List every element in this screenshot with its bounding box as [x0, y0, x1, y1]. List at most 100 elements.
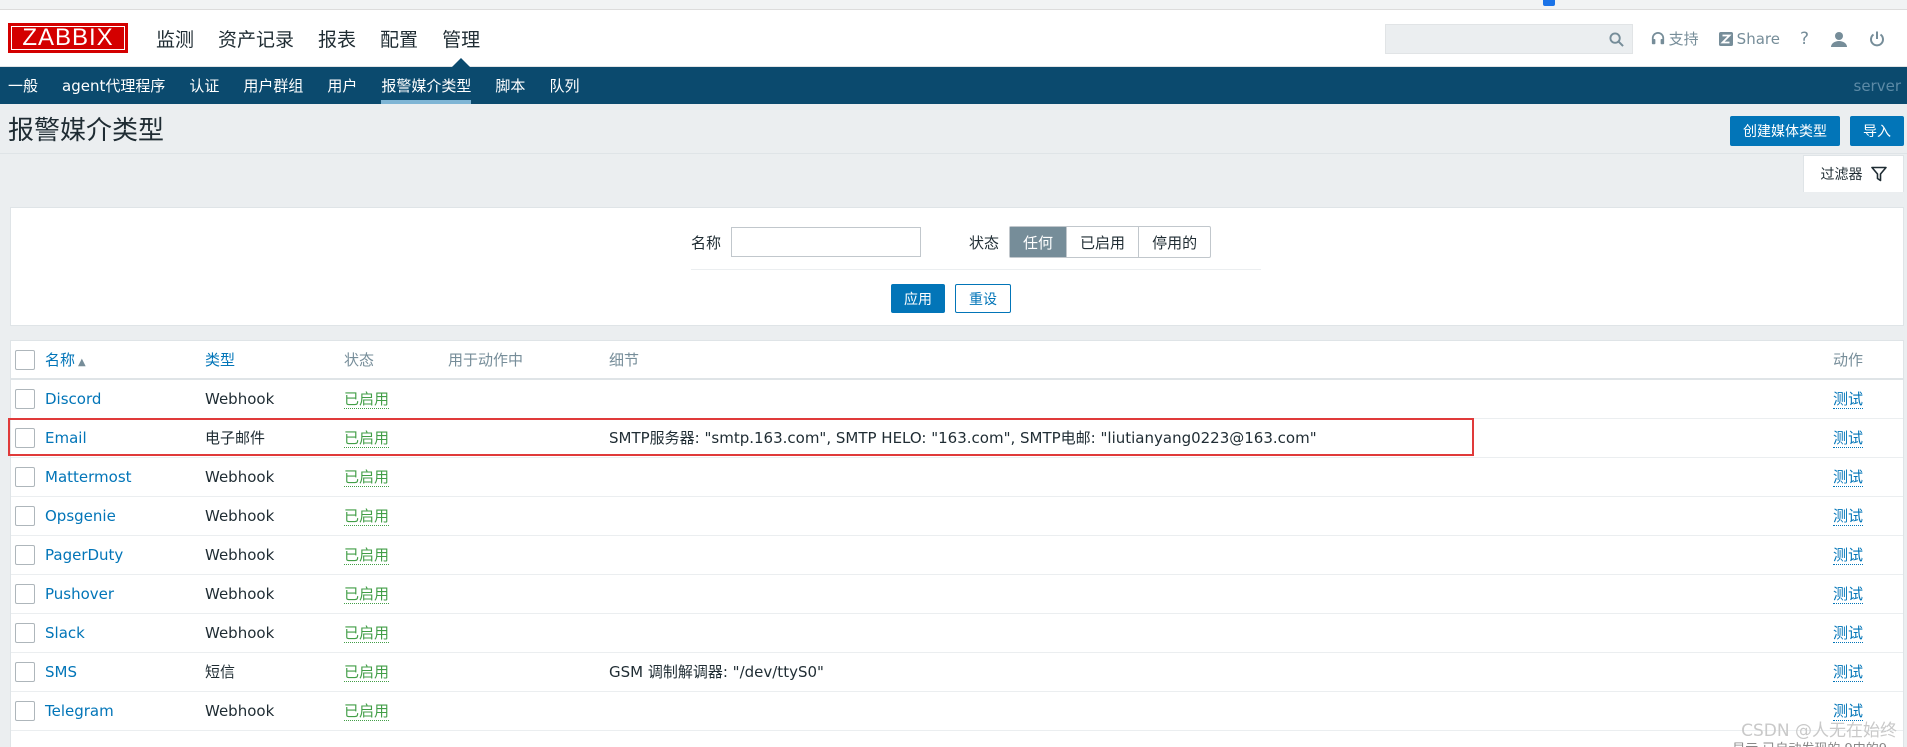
menu-reports[interactable]: 报表: [306, 10, 368, 67]
row-checkbox[interactable]: [15, 544, 35, 565]
media-type-name-link[interactable]: Telegram: [45, 702, 114, 720]
help-icon[interactable]: ?: [1800, 29, 1809, 49]
row-checkbox[interactable]: [15, 583, 35, 604]
status-enabled-option[interactable]: 已启用: [1066, 227, 1138, 257]
test-link[interactable]: 测试: [1833, 429, 1864, 448]
status-toggle[interactable]: 已启用: [344, 468, 390, 487]
status-cell: 已启用: [344, 613, 448, 653]
type-cell: Webhook: [205, 535, 344, 575]
user-profile-icon[interactable]: [1831, 31, 1847, 47]
sort-by-name-link[interactable]: 名称: [45, 351, 75, 369]
status-toggle[interactable]: 已启用: [344, 663, 390, 682]
search-icon[interactable]: [1609, 31, 1624, 51]
used-in-actions-cell: [448, 418, 609, 458]
media-type-name-link[interactable]: Email: [45, 429, 87, 447]
used-in-actions-cell: [448, 652, 609, 692]
header-used-in-actions: 用于动作中: [448, 341, 609, 380]
name-cell: Email: [45, 418, 205, 458]
subnav-authentication[interactable]: 认证: [177, 67, 231, 104]
row-checkbox[interactable]: [15, 661, 35, 682]
menu-administration[interactable]: 管理: [430, 10, 492, 67]
apply-button[interactable]: 应用: [891, 284, 945, 313]
media-type-name-link[interactable]: Pushover: [45, 585, 114, 603]
media-type-name-link[interactable]: Discord: [45, 390, 101, 408]
status-toggle[interactable]: 已启用: [344, 507, 390, 526]
test-link[interactable]: 测试: [1833, 507, 1864, 526]
filter-name-input[interactable]: [731, 227, 922, 257]
name-cell: Pushover: [45, 574, 205, 614]
header-status: 状态: [344, 341, 448, 380]
subnav-users[interactable]: 用户: [315, 67, 369, 104]
search-input[interactable]: [1385, 24, 1632, 53]
select-all-cell: [11, 341, 45, 380]
test-link[interactable]: 测试: [1833, 624, 1864, 643]
table-row: Telegram Webhook 已启用 测试: [11, 691, 1903, 731]
used-in-actions-cell: [448, 613, 609, 653]
filter-divider: [691, 269, 1261, 270]
sort-ascending-icon: ▲: [78, 357, 86, 368]
test-link[interactable]: 测试: [1833, 663, 1864, 682]
type-cell: 电子邮件: [205, 418, 344, 458]
filter-tab[interactable]: 过滤器: [1803, 155, 1904, 192]
support-link[interactable]: 支持: [1651, 28, 1699, 49]
test-link[interactable]: 测试: [1833, 468, 1864, 487]
status-toggle[interactable]: 已启用: [344, 702, 390, 721]
subnav-general[interactable]: 一般: [0, 67, 50, 104]
media-types-table-container: 名称 ▲ 类型 状态 用于动作中 细节 动作 Discord Webhook 已启…: [10, 340, 1904, 747]
filter-tab-row: 过滤器: [0, 154, 1907, 192]
row-checkbox[interactable]: [15, 700, 35, 721]
status-toggle[interactable]: 已启用: [344, 390, 390, 410]
media-type-name-link[interactable]: PagerDuty: [45, 546, 123, 564]
type-cell: Webhook: [205, 613, 344, 653]
used-in-actions-cell: [448, 535, 609, 575]
sort-by-type-link[interactable]: 类型: [205, 351, 235, 369]
used-in-actions-cell: [448, 379, 609, 419]
media-type-name-link[interactable]: SMS: [45, 663, 77, 681]
test-link[interactable]: 测试: [1833, 390, 1864, 410]
row-checkbox[interactable]: [15, 427, 35, 448]
media-type-name-link[interactable]: Mattermost: [45, 468, 132, 486]
row-checkbox-cell: [11, 691, 45, 731]
status-disabled-option[interactable]: 停用的: [1138, 227, 1210, 257]
type-cell: Webhook: [205, 457, 344, 497]
power-off-icon[interactable]: [1869, 31, 1885, 47]
status-toggle[interactable]: 已启用: [344, 585, 390, 604]
row-checkbox[interactable]: [15, 622, 35, 643]
share-link[interactable]: Share: [1718, 30, 1780, 48]
status-cell: 已启用: [344, 574, 448, 614]
row-checkbox[interactable]: [15, 505, 35, 526]
status-toggle[interactable]: 已启用: [344, 429, 390, 448]
row-checkbox-cell: [11, 457, 45, 497]
row-checkbox-cell: [11, 418, 45, 458]
details-cell: [609, 379, 1833, 419]
table-row: Opsgenie Webhook 已启用 测试: [11, 496, 1903, 536]
subnav-media-types[interactable]: 报警媒介类型: [369, 67, 483, 104]
reset-button[interactable]: 重设: [955, 284, 1011, 313]
status-any-option[interactable]: 任何: [1010, 227, 1067, 257]
row-checkbox[interactable]: [15, 388, 35, 409]
subnav-user-groups[interactable]: 用户群组: [231, 67, 315, 104]
test-link[interactable]: 测试: [1833, 546, 1864, 565]
media-type-name-link[interactable]: Opsgenie: [45, 507, 116, 525]
menu-configuration[interactable]: 配置: [368, 10, 430, 67]
select-all-checkbox[interactable]: [15, 349, 35, 370]
row-checkbox-cell: [11, 379, 45, 419]
status-toggle[interactable]: 已启用: [344, 624, 390, 643]
media-type-name-link[interactable]: Slack: [45, 624, 85, 642]
subnav-agent-proxies[interactable]: agent代理程序: [50, 67, 177, 104]
status-cell: 已启用: [344, 496, 448, 536]
menu-inventory[interactable]: 资产记录: [206, 10, 306, 67]
menu-monitoring[interactable]: 监测: [144, 10, 206, 67]
test-link[interactable]: 测试: [1833, 585, 1864, 604]
import-button[interactable]: 导入: [1850, 116, 1904, 146]
row-checkbox-cell: [11, 535, 45, 575]
create-media-type-button[interactable]: 创建媒体类型: [1730, 116, 1840, 146]
status-segmented-control: 任何 已启用 停用的: [1009, 226, 1212, 258]
zabbix-logo[interactable]: ZABBIX: [8, 23, 128, 53]
row-checkbox-cell: [11, 652, 45, 692]
subnav-scripts[interactable]: 脚本: [483, 67, 537, 104]
row-checkbox[interactable]: [15, 466, 35, 487]
subnav-queue[interactable]: 队列: [537, 67, 591, 104]
zabbix-share-icon: [1718, 31, 1733, 46]
status-toggle[interactable]: 已启用: [344, 546, 390, 565]
